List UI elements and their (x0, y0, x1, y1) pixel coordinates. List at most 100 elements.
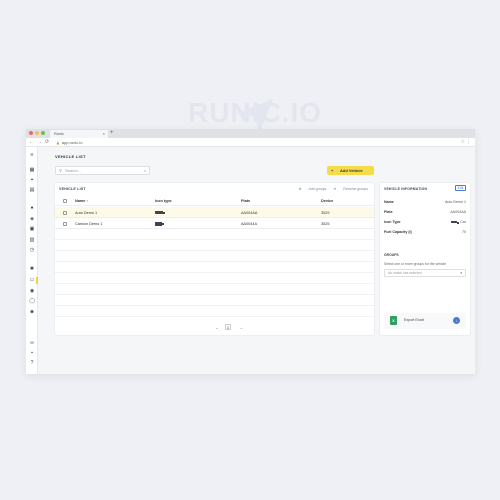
column-icon-type[interactable]: Icon type (155, 199, 172, 203)
field-label: Name (384, 200, 394, 204)
empty-row (55, 229, 374, 240)
current-page[interactable]: 1 (225, 324, 231, 330)
minimize-window-button[interactable] (35, 131, 39, 135)
url-field[interactable]: 🔒 app.runic.io (56, 139, 82, 147)
tab-close-icon[interactable]: × (103, 130, 105, 138)
vehicle-icon[interactable]: ▭ (29, 277, 35, 283)
layers-icon[interactable]: ◈ (29, 216, 35, 222)
field-value: AA004AA (450, 210, 466, 214)
back-icon[interactable]: ← (29, 139, 34, 146)
field-value: Car (451, 220, 466, 224)
lock-nav-icon[interactable]: ▪ (29, 350, 35, 356)
reload-icon[interactable]: ⟳ (45, 139, 49, 146)
info-field-plate: Plate AA004AA (384, 210, 466, 216)
map-pin-icon[interactable]: ⌖ (29, 177, 35, 183)
vehicle-list-card: VEHICLE LIST ⊕ Add groups ⊖ Remove group… (55, 183, 374, 335)
vehicle-plate: AA004AA (241, 210, 258, 215)
search-placeholder: Search... (65, 168, 82, 173)
close-window-button[interactable] (29, 131, 33, 135)
lock-icon: 🔒 (56, 141, 60, 145)
clear-search-icon[interactable]: × (144, 167, 146, 174)
forward-icon[interactable]: → (37, 139, 42, 146)
vehicle-info-card: VEHICLE INFORMATION Edit Name Auto Demo … (380, 183, 470, 335)
vehicle-name: Auto Demo 1 (75, 210, 98, 215)
icon-type-value: Car (460, 220, 466, 224)
groups-select-placeholder: No match has selected (388, 271, 422, 275)
empty-row (55, 306, 374, 317)
history-icon[interactable]: ◷ (29, 247, 35, 253)
chart-icon[interactable]: ▥ (29, 237, 35, 243)
remove-groups-button[interactable]: ⊖ Remove groups (333, 187, 368, 191)
browser-window: Runic × + ← → ⟳ 🔒 app.runic.io ☆ ⋮ ≡ ▦ ⌖ … (26, 129, 475, 374)
next-page-icon[interactable]: → (239, 325, 243, 330)
browser-tab[interactable]: Runic × (50, 130, 108, 138)
table-row[interactable]: Auto Demo 1 AA004AA 3529 (55, 207, 374, 218)
search-input[interactable]: ⚲ Search... × (55, 166, 150, 175)
groups-select[interactable]: No match has selected ▾ (384, 269, 466, 277)
table-header: Name ↑ Icon type Plate Device (55, 196, 374, 206)
add-vehicle-label: Add Vehicle (340, 168, 363, 173)
table-row[interactable]: Camion Demo 1 AA0044A 3525 (55, 218, 374, 229)
bus-icon (155, 222, 164, 227)
gear-icon[interactable]: ● (29, 205, 35, 211)
link-icon[interactable]: ∞ (29, 340, 35, 346)
groups-title: GROUPS (384, 253, 399, 257)
tab-bar: Runic × + (26, 129, 475, 138)
search-icon: ⚲ (59, 168, 62, 173)
maximize-window-button[interactable] (41, 131, 45, 135)
select-all-checkbox[interactable] (63, 199, 67, 203)
add-groups-button[interactable]: ⊕ Add groups (299, 187, 327, 191)
excel-icon: X (390, 316, 397, 325)
device-icon[interactable]: ◉ (29, 288, 35, 294)
browser-menu-icon[interactable]: ⋮ (466, 139, 471, 146)
groups-description: Select one or more groups for the vehicl… (384, 262, 447, 266)
plus-icon: + (331, 168, 334, 173)
tab-title: Runic (54, 131, 65, 136)
download-icon[interactable]: ↓ (453, 317, 460, 324)
add-groups-label: Add groups (308, 187, 327, 191)
prev-page-icon[interactable]: ← (215, 325, 219, 330)
info-field-fuel-capacity: Fuel Capacity (l) 70 (384, 230, 466, 236)
user-icon[interactable]: ☻ (29, 309, 35, 315)
empty-row (55, 251, 374, 262)
empty-row (55, 284, 374, 295)
column-plate[interactable]: Plate (241, 199, 250, 203)
vehicle-device: 3525 (321, 221, 330, 226)
bookmark-star-icon[interactable]: ☆ (461, 139, 465, 146)
column-name[interactable]: Name ↑ (75, 199, 88, 203)
help-icon[interactable]: ? (29, 360, 35, 366)
grid-icon[interactable]: ▣ (29, 226, 35, 232)
vehicle-name: Camion Demo 1 (75, 221, 103, 226)
main-content: VEHICLE LIST ⚲ Search... × + Add Vehicle… (38, 147, 475, 374)
export-excel-button[interactable]: X Export Excel ↓ (384, 313, 466, 329)
empty-row (55, 295, 374, 306)
settings-icon[interactable]: ✱ (29, 266, 35, 272)
export-excel-label: Export Excel (404, 318, 425, 322)
car-icon (451, 220, 460, 224)
field-label: Fuel Capacity (l) (384, 230, 412, 234)
field-label: Plate (384, 210, 393, 214)
info-field-icon-type: Icon Type Car (384, 220, 466, 226)
field-label: Icon Type (384, 220, 401, 224)
vehicle-list-title: VEHICLE LIST (59, 187, 86, 191)
vehicle-plate: AA0044A (241, 221, 258, 226)
column-device[interactable]: Device (321, 199, 333, 203)
edit-button[interactable]: Edit (455, 185, 466, 191)
truck-icon (155, 211, 165, 215)
row-checkbox[interactable] (63, 221, 67, 226)
empty-row (55, 240, 374, 251)
watermark-brand: RUNIC.IO (188, 97, 322, 128)
chat-icon[interactable]: ◯ (29, 298, 35, 304)
new-tab-button[interactable]: + (110, 129, 114, 138)
vehicle-info-title: VEHICLE INFORMATION (384, 187, 428, 191)
field-value: Auto Demo 1 (445, 200, 466, 204)
url-text: app.runic.io (61, 140, 83, 145)
menu-icon[interactable]: ≡ (29, 152, 35, 158)
empty-row (55, 273, 374, 284)
inbox-icon[interactable]: ▤ (29, 187, 35, 193)
row-checkbox[interactable] (63, 210, 67, 215)
info-field-name: Name Auto Demo 1 (384, 200, 466, 206)
vehicle-device: 3529 (321, 210, 330, 215)
add-vehicle-button[interactable]: + Add Vehicle (327, 166, 374, 175)
dashboard-icon[interactable]: ▦ (29, 167, 35, 173)
